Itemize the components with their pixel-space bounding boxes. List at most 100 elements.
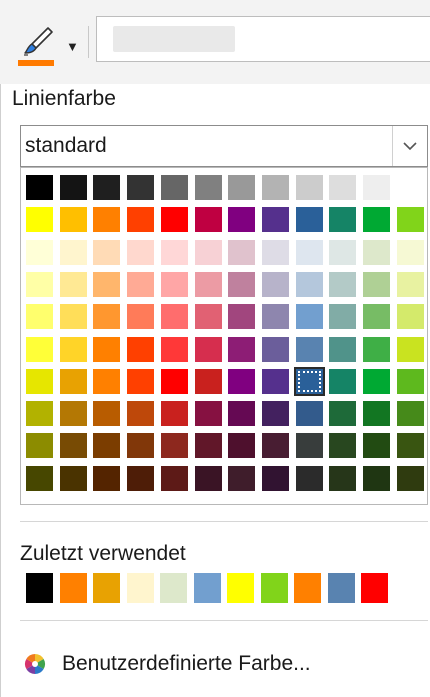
color-swatch[interactable] — [26, 433, 53, 458]
color-swatch[interactable] — [262, 207, 289, 232]
color-swatch[interactable] — [262, 466, 289, 491]
color-swatch[interactable] — [195, 369, 222, 394]
color-swatch[interactable] — [296, 207, 323, 232]
color-swatch[interactable] — [161, 466, 188, 491]
color-swatch[interactable] — [296, 433, 323, 458]
color-swatch[interactable] — [397, 272, 424, 297]
color-swatch[interactable] — [26, 337, 53, 362]
color-swatch[interactable] — [60, 207, 87, 232]
color-swatch[interactable] — [93, 175, 120, 200]
color-swatch[interactable] — [397, 369, 424, 394]
color-swatch[interactable] — [262, 337, 289, 362]
color-swatch[interactable] — [363, 240, 390, 265]
color-swatch[interactable] — [228, 337, 255, 362]
color-swatch[interactable] — [228, 207, 255, 232]
recent-color-swatch[interactable] — [26, 573, 53, 603]
color-swatch[interactable] — [195, 433, 222, 458]
color-swatch[interactable] — [93, 401, 120, 426]
color-swatch[interactable] — [262, 304, 289, 329]
recent-color-swatch[interactable] — [93, 573, 120, 603]
color-swatch[interactable] — [195, 466, 222, 491]
color-swatch[interactable] — [60, 369, 87, 394]
color-swatch[interactable] — [363, 175, 390, 200]
color-swatch[interactable] — [228, 369, 255, 394]
recent-color-swatch[interactable] — [361, 573, 388, 603]
color-swatch[interactable] — [195, 401, 222, 426]
recent-color-swatch[interactable] — [328, 573, 355, 603]
color-swatch[interactable] — [161, 337, 188, 362]
color-swatch[interactable] — [127, 207, 154, 232]
color-swatch[interactable] — [329, 272, 356, 297]
color-swatch[interactable] — [397, 466, 424, 491]
color-swatch[interactable] — [397, 207, 424, 232]
color-swatch[interactable] — [93, 369, 120, 394]
color-swatch[interactable] — [363, 207, 390, 232]
color-swatch[interactable] — [296, 466, 323, 491]
color-swatch[interactable] — [127, 272, 154, 297]
color-swatch[interactable] — [228, 175, 255, 200]
color-swatch[interactable] — [161, 207, 188, 232]
recent-color-swatch[interactable] — [227, 573, 254, 603]
color-swatch[interactable] — [127, 466, 154, 491]
color-swatch[interactable] — [26, 369, 53, 394]
color-swatch[interactable] — [26, 304, 53, 329]
recent-color-swatch[interactable] — [160, 573, 187, 603]
color-swatch[interactable] — [296, 240, 323, 265]
color-swatch[interactable] — [60, 337, 87, 362]
color-swatch[interactable] — [127, 369, 154, 394]
palette-select[interactable]: standard — [20, 125, 428, 167]
color-swatch[interactable] — [228, 304, 255, 329]
color-swatch[interactable] — [93, 207, 120, 232]
color-swatch[interactable] — [127, 240, 154, 265]
color-swatch[interactable] — [127, 401, 154, 426]
color-swatch[interactable] — [127, 337, 154, 362]
color-swatch[interactable] — [161, 433, 188, 458]
color-swatch[interactable] — [363, 369, 390, 394]
color-swatch[interactable] — [262, 272, 289, 297]
color-swatch[interactable] — [228, 433, 255, 458]
color-swatch[interactable] — [60, 304, 87, 329]
color-swatch[interactable] — [397, 175, 424, 200]
color-swatch[interactable] — [161, 272, 188, 297]
color-swatch[interactable] — [60, 272, 87, 297]
color-swatch[interactable] — [296, 272, 323, 297]
color-swatch[interactable] — [60, 433, 87, 458]
color-swatch[interactable] — [161, 175, 188, 200]
color-swatch[interactable] — [26, 272, 53, 297]
color-swatch[interactable] — [60, 466, 87, 491]
color-swatch[interactable] — [195, 272, 222, 297]
color-swatch[interactable] — [262, 369, 289, 394]
color-swatch[interactable] — [195, 337, 222, 362]
color-swatch[interactable] — [228, 240, 255, 265]
recent-color-swatch[interactable] — [127, 573, 154, 603]
color-swatch[interactable] — [195, 240, 222, 265]
line-color-button[interactable]: ▼ — [10, 18, 80, 72]
color-swatch[interactable] — [296, 175, 323, 200]
color-swatch[interactable] — [329, 433, 356, 458]
color-swatch[interactable] — [161, 401, 188, 426]
color-swatch[interactable] — [262, 175, 289, 200]
color-swatch[interactable] — [329, 304, 356, 329]
color-swatch[interactable] — [329, 466, 356, 491]
recent-color-swatch[interactable] — [261, 573, 288, 603]
color-swatch[interactable] — [161, 304, 188, 329]
color-swatch[interactable] — [26, 175, 53, 200]
color-swatch[interactable] — [329, 369, 356, 394]
color-swatch[interactable] — [127, 433, 154, 458]
custom-color-button[interactable]: Benutzerdefinierte Farbe... — [20, 648, 380, 680]
color-swatch[interactable] — [262, 240, 289, 265]
color-swatch[interactable] — [363, 466, 390, 491]
color-swatch[interactable] — [262, 401, 289, 426]
color-swatch[interactable] — [60, 401, 87, 426]
color-swatch-selected[interactable] — [296, 369, 323, 394]
color-swatch[interactable] — [363, 337, 390, 362]
color-swatch[interactable] — [161, 240, 188, 265]
color-swatch[interactable] — [329, 401, 356, 426]
color-swatch[interactable] — [397, 433, 424, 458]
color-swatch[interactable] — [329, 207, 356, 232]
color-swatch[interactable] — [228, 466, 255, 491]
color-swatch[interactable] — [329, 175, 356, 200]
color-swatch[interactable] — [26, 466, 53, 491]
color-swatch[interactable] — [397, 304, 424, 329]
color-swatch[interactable] — [397, 337, 424, 362]
